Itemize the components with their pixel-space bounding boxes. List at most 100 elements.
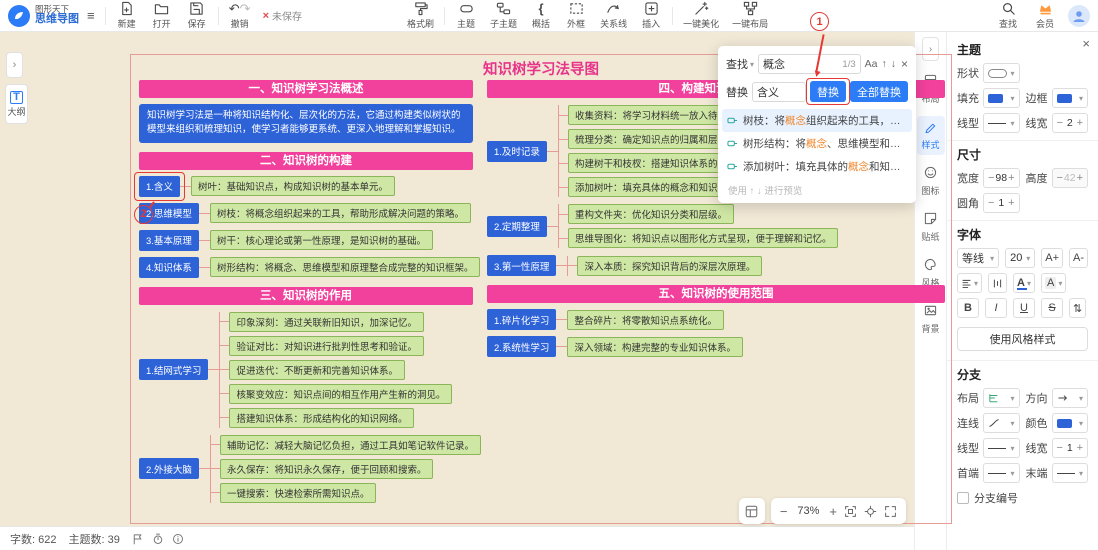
- map-child-node[interactable]: 搭建知识体系：形成结构化的知识网络。: [229, 408, 414, 428]
- section-header-5[interactable]: 五、知识树的使用范围: [487, 285, 945, 303]
- shape-dropdown[interactable]: ▾: [983, 63, 1020, 83]
- map-child-node[interactable]: 深入本质：探究知识背后的深层次原理。: [577, 256, 762, 276]
- map-parent-node[interactable]: 1.及时记录: [487, 141, 547, 162]
- locate-center-button[interactable]: [864, 505, 877, 518]
- map-child-node[interactable]: 思维导图化：将知识点以图形化方式呈现，便于理解和记忆。: [568, 228, 839, 248]
- text-align-dropdown[interactable]: ▾: [957, 273, 982, 293]
- zoom-level[interactable]: 73%: [794, 505, 822, 517]
- minimap-button[interactable]: [739, 498, 765, 524]
- fit-screen-button[interactable]: [844, 505, 857, 518]
- map-parent-node[interactable]: 2.外接大脑: [139, 458, 199, 479]
- underline-button[interactable]: U: [1013, 298, 1035, 318]
- expand-left-panel-button[interactable]: ›: [6, 52, 23, 78]
- close-panel-icon[interactable]: ×: [1082, 36, 1090, 51]
- map-child-node[interactable]: 核聚变效应：知识点间的相互作用产生新的洞见。: [229, 384, 452, 404]
- map-child-node[interactable]: 树形结构：将概念、思维模型和原理整合成完整的知识框架。: [210, 257, 481, 277]
- font-shrink-button[interactable]: A-: [1069, 248, 1088, 268]
- user-avatar[interactable]: [1068, 5, 1090, 27]
- text-color-dropdown[interactable]: A▾: [1013, 273, 1035, 293]
- map-parent-node[interactable]: 2.系统性学习: [487, 336, 556, 357]
- subtopic-button[interactable]: 子主题: [487, 1, 520, 31]
- decrease-button[interactable]: −: [988, 173, 994, 184]
- find-next-button[interactable]: ↓: [891, 58, 896, 70]
- map-child-node[interactable]: 印象深刻：通过关联新旧知识，加深记忆。: [229, 312, 424, 332]
- find-result-item[interactable]: 树形结构：将概念、思维模型和原理整合成完整的知识框架。: [722, 132, 912, 155]
- map-child-node[interactable]: 树叶：基础知识点，构成知识树的基本单元。: [191, 176, 395, 196]
- frame-button[interactable]: 外框: [562, 1, 590, 31]
- find-input[interactable]: [763, 58, 840, 70]
- increase-button[interactable]: +: [1008, 198, 1014, 209]
- map-child-node[interactable]: 一键搜索：快速检索所需知识点。: [220, 483, 377, 503]
- menu-icon[interactable]: ≡: [84, 8, 98, 23]
- undo-button[interactable]: ↶↷ 撤销: [226, 1, 254, 31]
- text-highlight-dropdown[interactable]: A▾: [1041, 273, 1066, 293]
- increase-button[interactable]: +: [1077, 443, 1083, 454]
- branch-line-dropdown[interactable]: ▾: [983, 413, 1020, 433]
- map-parent-node[interactable]: 2.定期整理: [487, 216, 547, 237]
- map-child-node[interactable]: 永久保存：将知识永久保存，便于回顾和搜索。: [220, 459, 434, 479]
- match-case-toggle[interactable]: Aa: [865, 58, 878, 70]
- line-end-dropdown[interactable]: ▾: [1052, 463, 1089, 483]
- map-child-node[interactable]: 验证对比：对知识进行批判性思考和验证。: [229, 336, 424, 356]
- zoom-out-button[interactable]: −: [780, 504, 788, 519]
- strikethrough-button[interactable]: S: [1041, 298, 1063, 318]
- line-start-dropdown[interactable]: ▾: [983, 463, 1020, 483]
- map-paragraph-node[interactable]: 知识树学习法是一种将知识结构化、层次化的方法，它通过构建类似树状的模型来组织和梳…: [139, 104, 473, 143]
- fullscreen-button[interactable]: [884, 505, 897, 518]
- border-color-dropdown[interactable]: ▾: [1052, 88, 1089, 108]
- flag-icon[interactable]: [132, 533, 144, 545]
- increase-button[interactable]: +: [1077, 118, 1083, 129]
- open-button[interactable]: 打开: [148, 1, 176, 31]
- info-icon[interactable]: [172, 533, 184, 545]
- font-size-dropdown[interactable]: 20▾: [1005, 248, 1035, 268]
- topic-button[interactable]: 主题: [452, 1, 480, 31]
- map-canvas[interactable]: › T 大纲 知识树学习法导图 一、知识树学习法概述 知识树学习法是一种将知识结…: [0, 32, 914, 526]
- new-button[interactable]: 新建: [113, 1, 141, 31]
- font-family-dropdown[interactable]: 等线▾: [957, 248, 999, 268]
- map-parent-node[interactable]: 4.知识体系: [139, 257, 199, 278]
- increase-button[interactable]: +: [1008, 173, 1014, 184]
- replace-input[interactable]: [757, 86, 801, 98]
- map-child-node[interactable]: 促进迭代：不断更新和完善知识体系。: [229, 360, 405, 380]
- map-parent-node[interactable]: 1.碎片化学习: [487, 309, 556, 330]
- map-child-node[interactable]: 整合碎片：将零散知识点系统化。: [567, 310, 724, 330]
- italic-button[interactable]: I: [985, 298, 1007, 318]
- increase-button[interactable]: +: [1077, 173, 1083, 184]
- decrease-button[interactable]: −: [1057, 443, 1063, 454]
- branch-numbering-checkbox[interactable]: [957, 492, 969, 504]
- bold-button[interactable]: B: [957, 298, 979, 318]
- one-click-layout-button[interactable]: 一键布局: [729, 1, 771, 31]
- replace-button[interactable]: 替换 1: [810, 81, 846, 102]
- font-grow-button[interactable]: A+: [1041, 248, 1063, 268]
- find-mode-dropdown[interactable]: 查找 ▾: [726, 56, 754, 72]
- map-child-node[interactable]: 重构文件夹：优化知识分类和层级。: [568, 204, 734, 224]
- decrease-button[interactable]: −: [988, 198, 994, 209]
- search-button[interactable]: 查找: [994, 1, 1022, 31]
- one-click-beautify-button[interactable]: 一键美化: [680, 1, 722, 31]
- map-child-node[interactable]: 辅助记忆：减轻大脑记忆负担，通过工具如笔记软件记录。: [220, 435, 481, 455]
- insert-button[interactable]: 插入: [637, 1, 665, 31]
- fill-color-dropdown[interactable]: ▾: [983, 88, 1020, 108]
- summary-button[interactable]: { 概括: [527, 1, 555, 31]
- map-parent-node[interactable]: 3.第一性原理: [487, 255, 556, 276]
- border-linetype-dropdown[interactable]: ▾: [983, 113, 1020, 133]
- find-result-item[interactable]: 添加树叶：填充具体的概念和知识点。: [722, 155, 912, 178]
- vip-button[interactable]: 会员: [1031, 1, 1059, 31]
- map-parent-node[interactable]: 1.含义 2: [139, 176, 180, 197]
- use-style-button[interactable]: 使用风格样式: [957, 327, 1088, 351]
- branch-color-dropdown[interactable]: ▾: [1052, 413, 1089, 433]
- map-parent-node[interactable]: 3.基本原理: [139, 230, 199, 251]
- decrease-button[interactable]: −: [1057, 118, 1063, 129]
- map-child-node[interactable]: 树枝：将概念组织起来的工具，帮助形成解决问题的策略。: [210, 203, 471, 223]
- map-child-node[interactable]: 树干：核心理论或第一性原理，是知识树的基础。: [210, 230, 433, 250]
- decrease-button[interactable]: −: [1057, 173, 1063, 184]
- find-result-item[interactable]: 树枝：将概念组织起来的工具，帮助形成解决问题的策略。: [722, 109, 912, 132]
- timer-icon[interactable]: [152, 533, 164, 545]
- map-parent-node[interactable]: 2.思维模型: [139, 203, 199, 224]
- vertical-align-button[interactable]: [988, 273, 1007, 293]
- map-parent-node[interactable]: 1.结网式学习: [139, 359, 208, 380]
- section-header-2[interactable]: 二、知识树的构建: [139, 152, 473, 170]
- section-header-1[interactable]: 一、知识树学习法概述: [139, 80, 473, 98]
- save-button[interactable]: 保存: [183, 1, 211, 31]
- branch-linetype-dropdown[interactable]: ▾: [983, 438, 1020, 458]
